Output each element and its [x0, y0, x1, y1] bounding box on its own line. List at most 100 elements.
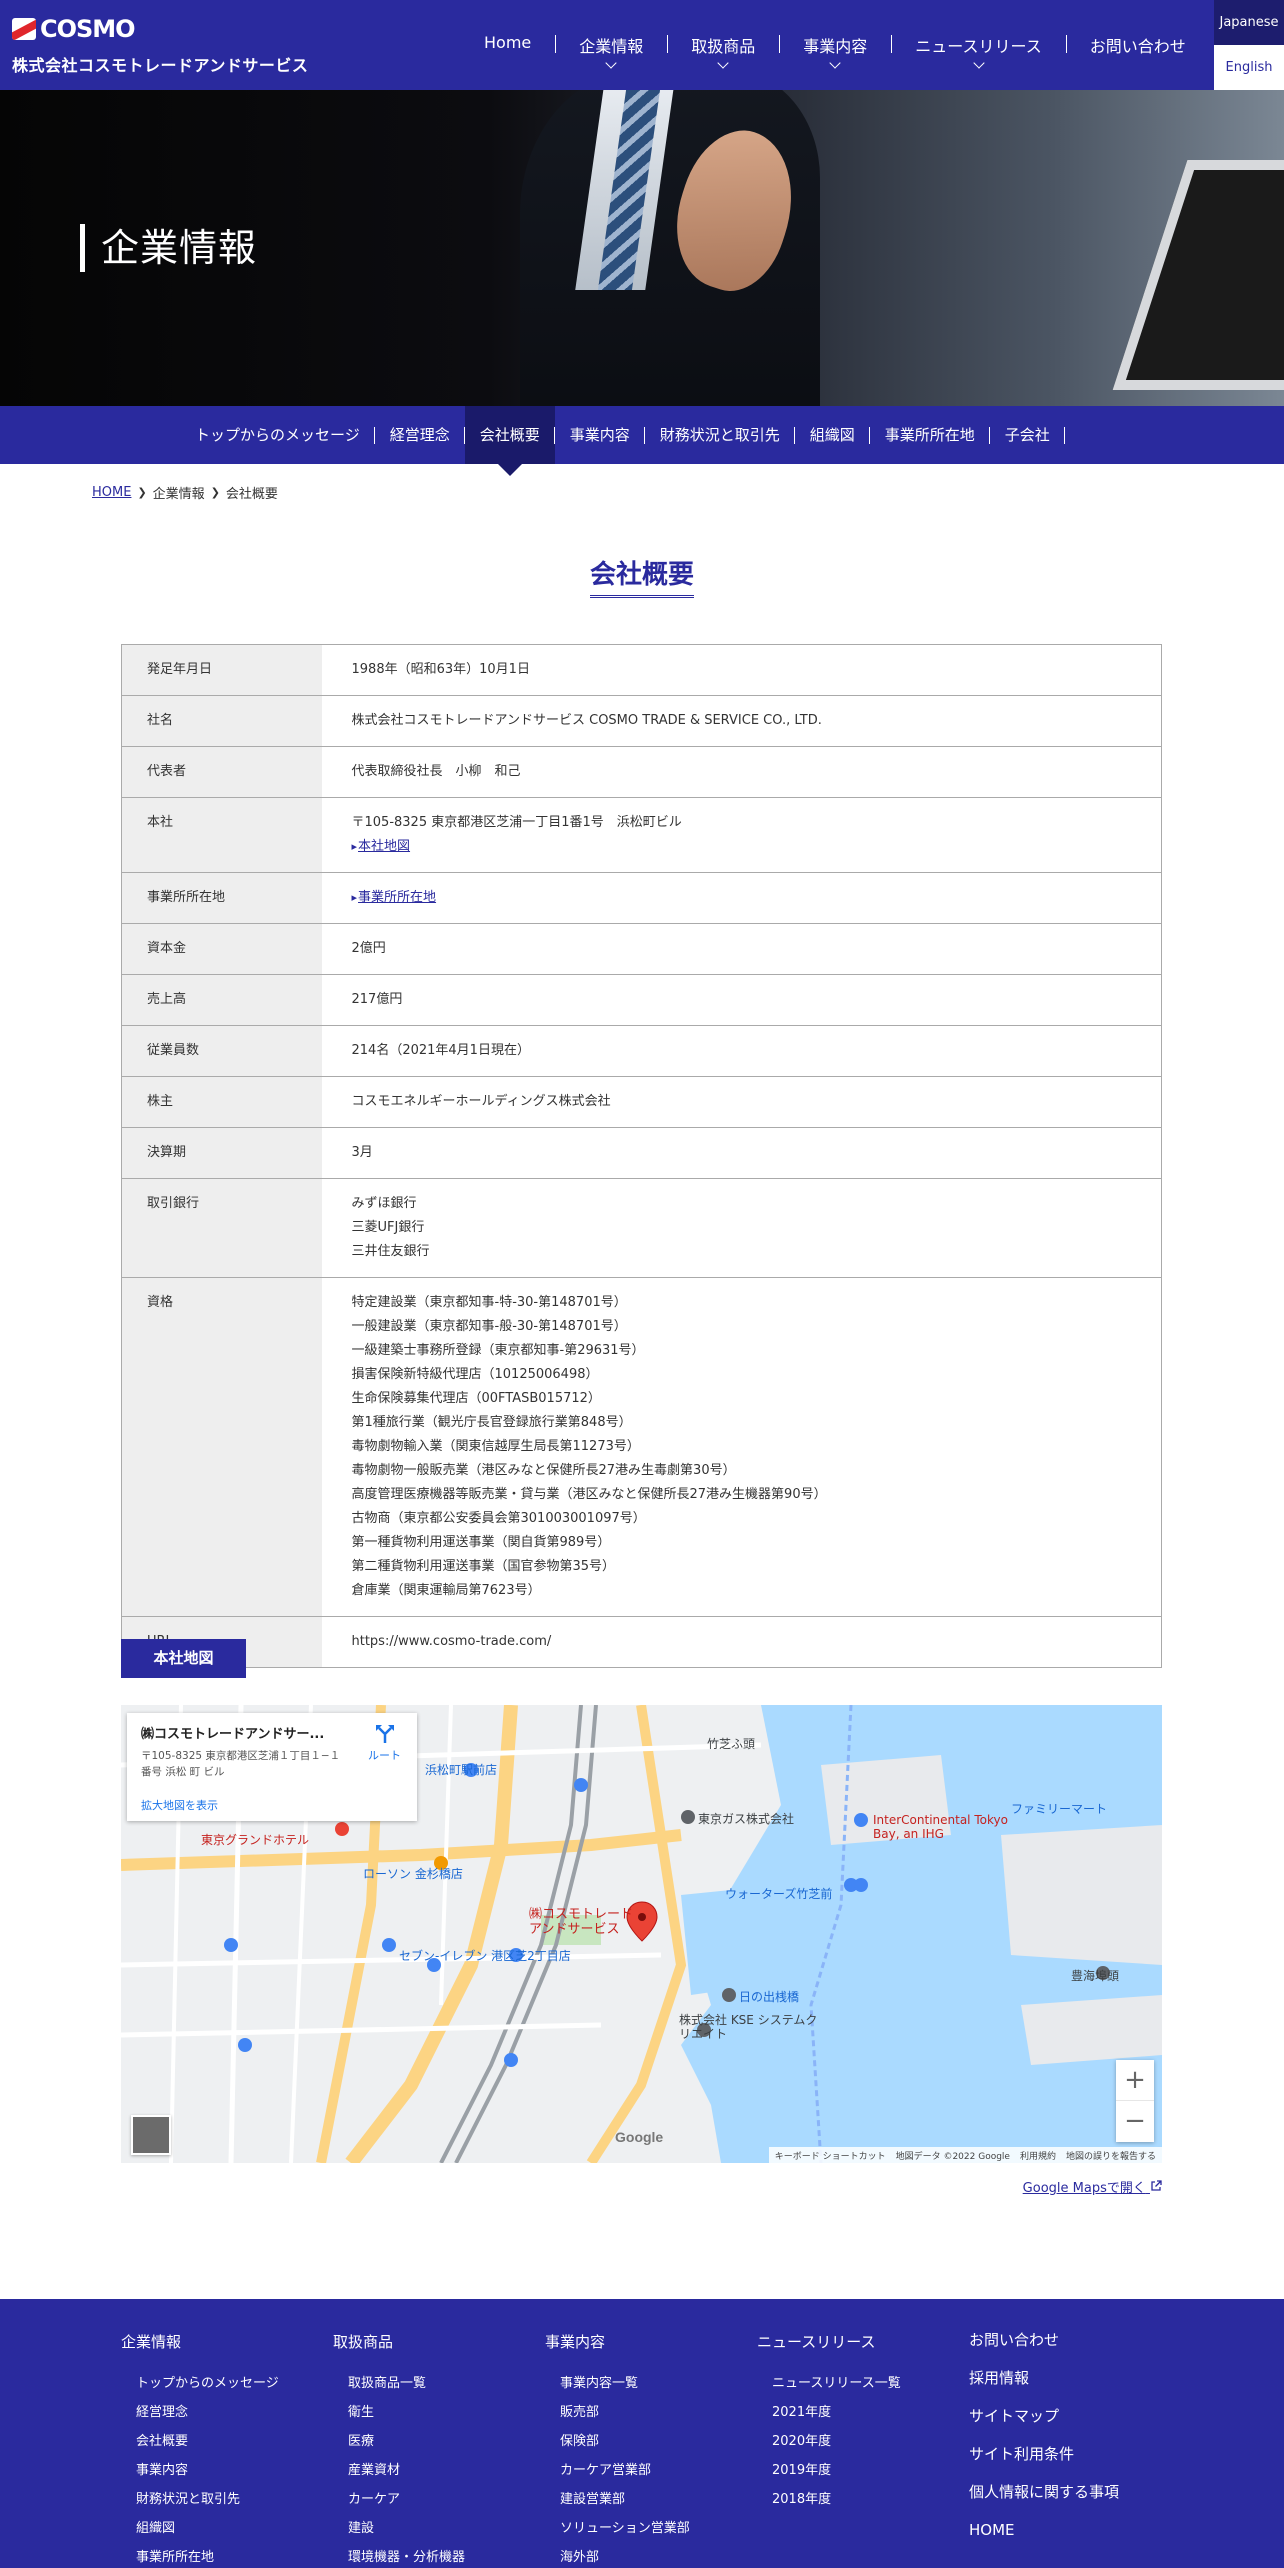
- footer-link[interactable]: 会社概要: [136, 2432, 279, 2461]
- chevron-right-icon: ❯: [137, 486, 147, 499]
- table-value-line: 1988年（昭和63年）10月1日: [351, 662, 530, 677]
- footer-heading[interactable]: 取扱商品: [333, 2331, 465, 2352]
- footer-link[interactable]: 2021年度: [772, 2403, 901, 2432]
- footer-heading[interactable]: ニュースリリース: [757, 2331, 901, 2352]
- footer-link[interactable]: 保険部: [560, 2432, 690, 2461]
- footer-link[interactable]: 経営理念: [136, 2403, 279, 2432]
- table-value-line: 第一種貨物利用運送事業（関自貨第989号）: [351, 1535, 611, 1550]
- nav-corporate[interactable]: 企業情報: [555, 33, 667, 69]
- table-value-line: 第1種旅行業（観光庁長官登録旅行業第848号）: [351, 1415, 632, 1430]
- map-place-label: ローソン 金杉橋店: [363, 1867, 463, 1881]
- footer-link[interactable]: 建設: [348, 2519, 465, 2548]
- zoom-in-button[interactable]: +: [1116, 2060, 1154, 2101]
- table-value-line: 一般建設業（東京都知事-般-30-第148701号）: [351, 1319, 627, 1334]
- table-value-line: 特定建設業（東京都知事-特-30-第148701号）: [351, 1295, 627, 1310]
- footer-heading[interactable]: 事業内容: [545, 2331, 690, 2352]
- subnav-philosophy[interactable]: 経営理念: [375, 406, 465, 464]
- table-value-line: 2億円: [351, 941, 386, 956]
- map-route-button[interactable]: ルート: [368, 1723, 401, 1763]
- external-link-icon: [1150, 2180, 1162, 2196]
- footer-link[interactable]: 衛生: [348, 2403, 465, 2432]
- subnav-business[interactable]: 事業内容: [555, 406, 645, 464]
- nav-business[interactable]: 事業内容: [779, 33, 891, 69]
- footer-link[interactable]: トップからのメッセージ: [136, 2374, 279, 2403]
- table-row-value: 〒105-8325 東京都港区芝浦一丁目1番1号 浜松町ビル本社地図: [322, 798, 1162, 873]
- footer-col-corporate: 企業情報トップからのメッセージ 経営理念 会社概要 事業内容 財務状況と取引先 組織図 事業…: [121, 2331, 279, 2568]
- footer-link[interactable]: 2020年度: [772, 2432, 901, 2461]
- street-view-pegman-icon[interactable]: [131, 2115, 171, 2155]
- subnav-overview[interactable]: 会社概要: [464, 406, 555, 476]
- subnav-organization[interactable]: 組織図: [795, 406, 870, 464]
- table-value-line: コスモエネルギーホールディングス株式会社: [351, 1094, 611, 1109]
- google-logo: Google: [615, 2129, 664, 2145]
- lang-japanese[interactable]: Japanese: [1214, 0, 1284, 45]
- map-enlarge-link[interactable]: 拡大地図を表示: [141, 1797, 218, 1813]
- footer-main-link[interactable]: 個人情報に関する事項: [969, 2483, 1119, 2521]
- footer-link[interactable]: 販売部: [560, 2403, 690, 2432]
- nav-news[interactable]: ニュースリリース: [891, 33, 1065, 69]
- table-value-line: 古物商（東京都公安委員会第301003001097号）: [351, 1511, 646, 1526]
- footer-link[interactable]: 産業資材: [348, 2461, 465, 2490]
- nav-home[interactable]: Home: [460, 33, 555, 57]
- map-terms-link[interactable]: 利用規約: [1020, 2149, 1056, 2162]
- footer-link[interactable]: 2018年度: [772, 2490, 901, 2519]
- google-map[interactable]: ㈱コスモトレード アンドサービス 東京ガス株式会社 浜松町駅前店 竹芝ふ頭 日の出…: [121, 1705, 1162, 2163]
- footer-link[interactable]: 環境機器・分析機器: [348, 2548, 465, 2568]
- footer-link[interactable]: 組織図: [136, 2519, 279, 2548]
- company-name[interactable]: 株式会社コスモトレードアンドサービス: [12, 52, 308, 76]
- breadcrumb-home[interactable]: HOME: [92, 485, 131, 500]
- footer-link[interactable]: 2019年度: [772, 2461, 901, 2490]
- breadcrumb-corporate[interactable]: 企業情報: [153, 483, 205, 502]
- footer-link[interactable]: 事業所所在地: [136, 2548, 279, 2568]
- table-row: 取引銀行 みずほ銀行 三菱UFJ銀行 三井住友銀行: [121, 1178, 1162, 1278]
- hero-image-laptop: [1112, 160, 1284, 390]
- table-value-line: 〒105-8325 東京都港区芝浦一丁目1番1号 浜松町ビル: [351, 815, 682, 830]
- table-link[interactable]: 事業所所在地: [352, 886, 1132, 910]
- table-row-label: 資格: [121, 1277, 322, 1617]
- footer-main-link[interactable]: HOME: [969, 2521, 1119, 2559]
- footer-link[interactable]: 海外部: [560, 2548, 690, 2568]
- footer-main-link[interactable]: サイトマップ: [969, 2407, 1119, 2445]
- footer-link[interactable]: 医療: [348, 2432, 465, 2461]
- cosmo-logo-icon: [12, 18, 36, 40]
- table-row-value: 2億円: [322, 924, 1162, 975]
- footer-link[interactable]: カーケア営業部: [560, 2461, 690, 2490]
- table-row-value: https://www.cosmo-trade.com/: [322, 1617, 1162, 1668]
- lang-english[interactable]: English: [1214, 45, 1284, 90]
- zoom-out-button[interactable]: −: [1116, 2101, 1154, 2142]
- footer-main-link[interactable]: お問い合わせ: [969, 2331, 1119, 2369]
- subnav-message[interactable]: トップからのメッセージ: [180, 406, 375, 464]
- map-report-error-link[interactable]: 地図の誤りを報告する: [1066, 2149, 1156, 2162]
- footer-heading[interactable]: 企業情報: [121, 2331, 279, 2352]
- open-google-maps-link[interactable]: Google Mapsで開く: [1023, 2177, 1162, 2196]
- footer-col-products: 取扱商品取扱商品一覧 衛生 医療 産業資材 カーケア 建設 環境機器・分析機器: [333, 2331, 465, 2568]
- footer-link[interactable]: 取扱商品一覧: [348, 2374, 465, 2403]
- subnav-finance[interactable]: 財務状況と取引先: [645, 406, 795, 464]
- map-place-label: 浜松町駅前店: [425, 1763, 498, 1777]
- map-zoom-controls: + −: [1116, 2060, 1154, 2142]
- footer-link[interactable]: ニュースリリース一覧: [772, 2374, 901, 2403]
- table-value-line: 毒物劇物一般販売業（港区みなと保健所長27港み生毒劇第30号）: [351, 1463, 736, 1478]
- table-link[interactable]: 本社地図: [352, 835, 1132, 859]
- footer-main-link[interactable]: 採用情報: [969, 2369, 1119, 2407]
- footer-link[interactable]: ソリューション営業部: [560, 2519, 690, 2548]
- footer-link[interactable]: 財務状況と取引先: [136, 2490, 279, 2519]
- map-place-label: 株式会社 KSE システムクリエイト: [679, 2013, 818, 2041]
- footer-link[interactable]: 事業内容一覧: [560, 2374, 690, 2403]
- table-value-line: https://www.cosmo-trade.com/: [351, 1634, 552, 1649]
- map-keyboard-shortcuts[interactable]: キーボード ショートカット: [775, 2149, 886, 2162]
- nav-products[interactable]: 取扱商品: [667, 33, 779, 69]
- subnav-offices[interactable]: 事業所所在地: [870, 406, 990, 464]
- map-card-address: 〒105-8325 東京都港区芝浦１丁目１−１ 番号 浜松 町 ビル: [141, 1750, 341, 1778]
- footer-link[interactable]: 事業内容: [136, 2461, 279, 2490]
- subnav-subsidiaries[interactable]: 子会社: [990, 406, 1065, 464]
- site-logo[interactable]: COSMO: [12, 17, 136, 41]
- footer-link[interactable]: カーケア: [348, 2490, 465, 2519]
- footer-link[interactable]: 建設営業部: [560, 2490, 690, 2519]
- footer-main-link[interactable]: サイト利用条件: [969, 2445, 1119, 2483]
- map-place-label: 東京グランドホテル: [201, 1833, 310, 1847]
- table-row-label: 代表者: [121, 746, 322, 798]
- map-section-label: 本社地図: [121, 1639, 246, 1678]
- chevron-right-icon: ❯: [210, 486, 220, 499]
- nav-contact[interactable]: お問い合わせ: [1065, 33, 1210, 57]
